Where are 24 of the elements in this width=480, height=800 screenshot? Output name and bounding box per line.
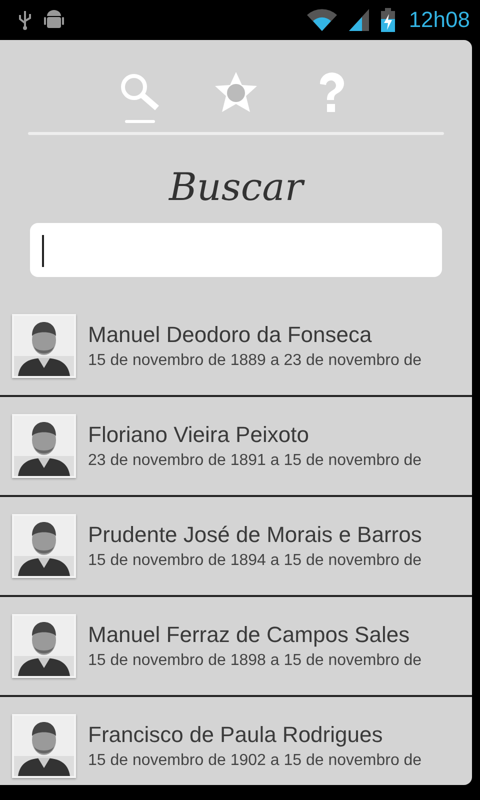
term-dates: 15 de novembro de 1894 a 15 de novembro de bbox=[88, 552, 422, 570]
star-icon bbox=[214, 72, 258, 112]
term-dates: 15 de novembro de 1898 a 15 de novembro de bbox=[88, 652, 422, 670]
search-icon bbox=[119, 72, 161, 112]
list-item[interactable]: Francisco de Paula Rodrigues 15 de novembro de 1902 a 15 de novembro de bbox=[0, 697, 472, 785]
search-field[interactable] bbox=[30, 223, 442, 277]
battery-charging-icon bbox=[380, 8, 395, 32]
list-item[interactable]: Manuel Ferraz de Campos Sales 15 de novembro de 1898 a 15 de novembro de bbox=[0, 597, 472, 697]
president-name: Manuel Ferraz de Campos Sales bbox=[88, 622, 411, 648]
term-dates: 23 de novembro de 1891 a 15 de novembro de bbox=[88, 452, 422, 470]
list-item[interactable]: Prudente José de Morais e Barros 15 de novembro de 1894 a 15 de novembro de bbox=[0, 497, 472, 597]
term-dates: 15 de novembro de 1902 a 15 de novembro de bbox=[88, 752, 422, 770]
president-name: Prudente José de Morais e Barros bbox=[88, 522, 422, 548]
president-name: Francisco de Paula Rodrigues bbox=[88, 722, 384, 748]
signal-icon bbox=[348, 9, 369, 31]
president-name: Manuel Deodoro da Fonseca bbox=[88, 322, 373, 348]
list-item[interactable]: Floriano Vieira Peixoto 23 de novembro de 1891 a 15 de novembro de bbox=[0, 397, 472, 497]
term-dates: 15 de novembro de 1889 a 23 de novembro de bbox=[88, 352, 422, 370]
usb-icon bbox=[18, 9, 32, 31]
president-name: Floriano Vieira Peixoto bbox=[88, 422, 310, 448]
clock: 12h08 bbox=[408, 7, 470, 33]
wifi-icon bbox=[306, 9, 337, 31]
list-item[interactable]: Manuel Deodoro da Fonseca 15 de novembro de 1889 a 23 de novembro de bbox=[0, 297, 472, 397]
page-title: Buscar bbox=[168, 165, 306, 209]
